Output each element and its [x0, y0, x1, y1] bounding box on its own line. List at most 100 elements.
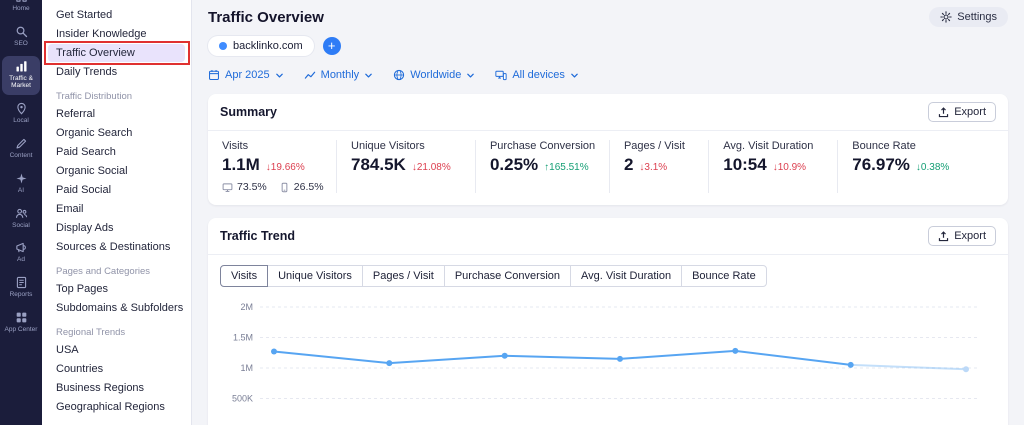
- metric-value: 2: [624, 155, 633, 175]
- sidebar-item-organic-search[interactable]: Organic Search: [48, 124, 185, 142]
- rail-item-content[interactable]: Content: [2, 133, 40, 165]
- sidebar-item-usa[interactable]: USA: [48, 341, 185, 359]
- metric-delta: ↓19.66%: [266, 162, 305, 173]
- domain-chip[interactable]: backlinko.com: [208, 36, 314, 56]
- trend-tab-purchase-conversion[interactable]: Purchase Conversion: [444, 265, 571, 287]
- metric-label: Avg. Visit Duration: [723, 140, 827, 152]
- rail-item-app-center[interactable]: App Center: [2, 307, 40, 339]
- data-point[interactable]: [502, 353, 508, 359]
- metric-delta: ↑165.51%: [544, 162, 588, 173]
- target-row: backlinko.com +: [208, 36, 1008, 56]
- rail-item-ai[interactable]: AI: [2, 168, 40, 200]
- y-tick-label: 500K: [232, 394, 253, 404]
- rail-item-label: App Center: [5, 326, 38, 334]
- metric-value: 76.97%: [852, 155, 910, 175]
- traffic-trend-card: Traffic Trend Export VisitsUnique Visito…: [208, 218, 1008, 425]
- settings-label: Settings: [957, 11, 997, 23]
- sidebar-item-subdomains-subfolders[interactable]: Subdomains & Subfolders: [48, 299, 185, 317]
- globe-icon: [393, 69, 405, 81]
- sidebar-item-paid-social[interactable]: Paid Social: [48, 181, 185, 199]
- trend-chart-wrap: 2M1.5M1M500KNov 2024Dec 2024Jan 2025Feb …: [208, 293, 1008, 425]
- filter-label: All devices: [512, 69, 565, 81]
- y-tick-label: 2M: [240, 302, 253, 312]
- trend-title: Traffic Trend: [220, 229, 295, 243]
- rail-item-local[interactable]: Local: [2, 98, 40, 130]
- metric-delta: ↓21.08%: [412, 162, 451, 173]
- mobile-icon: [279, 182, 290, 193]
- summary-export-button[interactable]: Export: [928, 102, 996, 122]
- rail-item-label: Social: [12, 222, 30, 230]
- rail-item-reports[interactable]: Reports: [2, 272, 40, 304]
- sidebar-item-daily-trends[interactable]: Daily Trends: [48, 63, 185, 81]
- data-point[interactable]: [963, 366, 969, 372]
- home-icon: [15, 0, 28, 3]
- data-point[interactable]: [617, 356, 623, 362]
- metric-unique-visitors: Unique Visitors784.5K↓21.08%: [336, 140, 475, 193]
- sidebar-section-traffic-distribution: Traffic Distribution: [56, 91, 177, 102]
- page-title: Traffic Overview: [208, 9, 324, 26]
- sidebar-item-email[interactable]: Email: [48, 200, 185, 218]
- trend-tabs-row: VisitsUnique VisitorsPages / VisitPurcha…: [208, 255, 1008, 293]
- add-domain-button[interactable]: +: [323, 37, 341, 55]
- trend-tab-unique-visitors[interactable]: Unique Visitors: [267, 265, 363, 287]
- sidebar-item-sources-destinations[interactable]: Sources & Destinations: [48, 238, 185, 256]
- data-point[interactable]: [732, 348, 738, 354]
- trend-tab-bounce-rate[interactable]: Bounce Rate: [681, 265, 767, 287]
- rail-item-home[interactable]: Home: [2, 0, 40, 18]
- filter-bar: Apr 2025 Monthly Worldwide All devices: [208, 69, 1008, 81]
- metric-purchase-conversion: Purchase Conversion0.25%↑165.51%: [475, 140, 609, 193]
- social-icon: [15, 207, 28, 220]
- sidebar-item-geographical-regions[interactable]: Geographical Regions: [48, 398, 185, 416]
- sidebar-item-display-ads[interactable]: Display Ads: [48, 219, 185, 237]
- metric-visits: Visits1.1M↓19.66%73.5%26.5%: [220, 140, 336, 193]
- settings-button[interactable]: Settings: [929, 7, 1008, 27]
- rail-item-traffic-market[interactable]: Traffic & Market: [2, 56, 40, 96]
- mobile-share: 26.5%: [294, 181, 324, 193]
- trend-export-button[interactable]: Export: [928, 226, 996, 246]
- metric-label: Bounce Rate: [852, 140, 986, 152]
- data-point[interactable]: [386, 360, 392, 366]
- metric-label: Purchase Conversion: [490, 140, 599, 152]
- icon-rail: Home SEO Traffic & Market Local Content AI Soc…: [0, 0, 42, 425]
- data-point[interactable]: [271, 349, 277, 355]
- metric-value: 784.5K: [351, 155, 406, 175]
- sidebar-section-pages-and-categories: Pages and Categories: [56, 266, 177, 277]
- domain-label: backlinko.com: [233, 40, 303, 52]
- trend-chart: 2M1.5M1M500KNov 2024Dec 2024Jan 2025Feb …: [218, 295, 994, 425]
- annotation-highlight: [44, 41, 190, 65]
- filter-all-devices[interactable]: All devices: [495, 69, 579, 81]
- trend-line-projected: [851, 365, 966, 369]
- filter-apr-2025[interactable]: Apr 2025: [208, 69, 284, 81]
- data-point[interactable]: [848, 362, 854, 368]
- filter-worldwide[interactable]: Worldwide: [393, 69, 475, 81]
- gear-icon: [940, 11, 952, 23]
- sidebar-item-countries[interactable]: Countries: [48, 360, 185, 378]
- trend-tab-avg-visit-duration[interactable]: Avg. Visit Duration: [570, 265, 682, 287]
- rail-item-ad[interactable]: Ad: [2, 237, 40, 269]
- rail-item-social[interactable]: Social: [2, 203, 40, 235]
- filter-monthly[interactable]: Monthly: [304, 69, 374, 81]
- summary-card: Summary Export Visits1.1M↓19.66%73.5%26.…: [208, 94, 1008, 205]
- chevron-down-icon: [570, 71, 579, 80]
- desktop-icon: [222, 182, 233, 193]
- sidebar-item-traffic-overview[interactable]: Traffic Overview: [48, 44, 185, 62]
- desktop-share: 73.5%: [237, 181, 267, 193]
- sidebar-item-organic-social[interactable]: Organic Social: [48, 162, 185, 180]
- device-split: 73.5% 26.5%: [222, 181, 326, 193]
- sidebar-item-top-pages[interactable]: Top Pages: [48, 280, 185, 298]
- rail-item-label: Traffic & Market: [3, 75, 39, 91]
- rail-item-seo[interactable]: SEO: [2, 21, 40, 53]
- trend-line: [274, 351, 851, 365]
- sidebar-item-paid-search[interactable]: Paid Search: [48, 143, 185, 161]
- metric-value: 10:54: [723, 155, 766, 175]
- sidebar-item-referral[interactable]: Referral: [48, 105, 185, 123]
- trend-tab-visits[interactable]: Visits: [220, 265, 268, 287]
- sidebar-item-insider-knowledge[interactable]: Insider Knowledge: [48, 25, 185, 43]
- y-tick-label: 1.5M: [233, 333, 253, 343]
- sidebar-item-get-started[interactable]: Get Started: [48, 6, 185, 24]
- sidebar-item-business-regions[interactable]: Business Regions: [48, 379, 185, 397]
- rail-item-label: Content: [10, 152, 33, 160]
- reports-icon: [15, 276, 28, 289]
- trend-tab-pages-visit[interactable]: Pages / Visit: [362, 265, 445, 287]
- calendar-icon: [208, 69, 220, 81]
